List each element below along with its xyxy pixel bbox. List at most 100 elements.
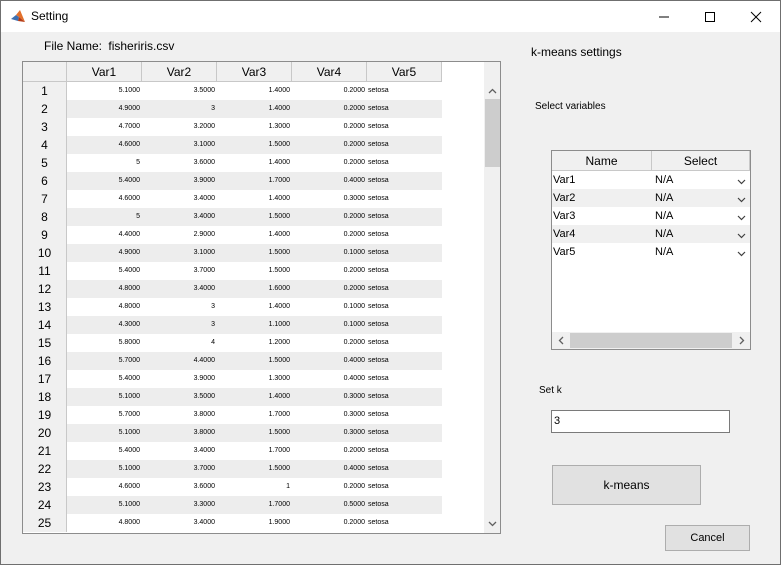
table-cell[interactable]: 3.4000 — [142, 208, 217, 226]
scroll-thumb[interactable] — [485, 99, 500, 167]
variable-row[interactable]: Var1 N/A — [552, 171, 750, 189]
variable-select-dropdown[interactable]: N/A — [652, 225, 750, 243]
table-cell[interactable]: 4.9000 — [67, 244, 142, 262]
table-cell[interactable]: 1.4000 — [217, 100, 292, 118]
table-cell[interactable]: 1.5000 — [217, 460, 292, 478]
table-cell[interactable]: 0.2000 — [292, 280, 367, 298]
table-cell[interactable]: 4.4000 — [67, 226, 142, 244]
table-cell[interactable]: 4.6000 — [67, 136, 142, 154]
table-row[interactable]: 19 5.7000 3.8000 1.7000 0.3000 setosa — [23, 406, 442, 424]
table-cell[interactable]: 4.3000 — [67, 316, 142, 334]
table-cell[interactable]: 1.4000 — [217, 190, 292, 208]
table-cell[interactable]: 1.5000 — [217, 208, 292, 226]
table-cell[interactable]: 0.2000 — [292, 262, 367, 280]
table-cell[interactable]: 3 — [142, 298, 217, 316]
row-number[interactable]: 11 — [23, 262, 67, 280]
row-number[interactable]: 10 — [23, 244, 67, 262]
table-cell[interactable]: 1.4000 — [217, 82, 292, 100]
maximize-button[interactable] — [687, 1, 733, 32]
row-number[interactable]: 19 — [23, 406, 67, 424]
variable-select-dropdown[interactable]: N/A — [652, 207, 750, 225]
table-cell[interactable]: 1 — [217, 478, 292, 496]
table-cell[interactable]: 4.6000 — [67, 190, 142, 208]
table-cell[interactable]: 4.8000 — [67, 514, 142, 532]
table-cell[interactable]: 0.4000 — [292, 460, 367, 478]
table-cell[interactable]: 3 — [142, 316, 217, 334]
table-cell[interactable]: 0.3000 — [292, 190, 367, 208]
table-cell[interactable]: setosa — [367, 352, 442, 370]
chevron-down-icon[interactable] — [737, 233, 746, 239]
table-cell[interactable]: setosa — [367, 190, 442, 208]
variable-row[interactable]: Var3 N/A — [552, 207, 750, 225]
table-cell[interactable]: 4.6000 — [67, 478, 142, 496]
table-row[interactable]: 17 5.4000 3.9000 1.3000 0.4000 setosa — [23, 370, 442, 388]
table-row[interactable]: 9 4.4000 2.9000 1.4000 0.2000 setosa — [23, 226, 442, 244]
table-cell[interactable]: setosa — [367, 82, 442, 100]
row-number[interactable]: 16 — [23, 352, 67, 370]
table-cell[interactable]: 1.3000 — [217, 118, 292, 136]
scroll-down-button[interactable] — [484, 515, 500, 532]
table-cell[interactable]: 3.3000 — [142, 496, 217, 514]
table-cell[interactable]: 0.3000 — [292, 406, 367, 424]
table-cell[interactable]: 0.3000 — [292, 388, 367, 406]
row-number[interactable]: 12 — [23, 280, 67, 298]
table-cell[interactable]: 5.7000 — [67, 352, 142, 370]
title-bar[interactable]: Setting — [1, 1, 780, 32]
row-number[interactable]: 23 — [23, 478, 67, 496]
column-header[interactable]: Var1 — [67, 62, 142, 82]
row-number[interactable]: 2 — [23, 100, 67, 118]
table-cell[interactable]: 1.4000 — [217, 298, 292, 316]
table-cell[interactable]: 3.5000 — [142, 82, 217, 100]
table-cell[interactable]: 5.1000 — [67, 496, 142, 514]
table-cell[interactable]: setosa — [367, 118, 442, 136]
table-cell[interactable]: setosa — [367, 334, 442, 352]
table-cell[interactable]: setosa — [367, 424, 442, 442]
table-cell[interactable]: 1.3000 — [217, 370, 292, 388]
table-row[interactable]: 4 4.6000 3.1000 1.5000 0.2000 setosa — [23, 136, 442, 154]
table-cell[interactable]: 0.2000 — [292, 514, 367, 532]
table-cell[interactable]: 5.4000 — [67, 172, 142, 190]
table-cell[interactable]: 0.2000 — [292, 334, 367, 352]
table-row[interactable]: 24 5.1000 3.3000 1.7000 0.5000 setosa — [23, 496, 442, 514]
table-row[interactable]: 14 4.3000 3 1.1000 0.1000 setosa — [23, 316, 442, 334]
table-cell[interactable]: 3.4000 — [142, 280, 217, 298]
table-cell[interactable]: 1.7000 — [217, 406, 292, 424]
table-cell[interactable]: setosa — [367, 442, 442, 460]
table-cell[interactable]: setosa — [367, 172, 442, 190]
table-cell[interactable]: 0.2000 — [292, 154, 367, 172]
row-number[interactable]: 9 — [23, 226, 67, 244]
table-cell[interactable]: 0.4000 — [292, 172, 367, 190]
table-row[interactable]: 1 5.1000 3.5000 1.4000 0.2000 setosa — [23, 82, 442, 100]
minimize-button[interactable] — [641, 1, 687, 32]
table-cell[interactable]: 3.1000 — [142, 136, 217, 154]
table-cell[interactable]: 1.7000 — [217, 172, 292, 190]
table-cell[interactable]: 1.1000 — [217, 316, 292, 334]
row-number[interactable]: 1 — [23, 82, 67, 100]
table-cell[interactable]: setosa — [367, 370, 442, 388]
table-cell[interactable]: 3.7000 — [142, 460, 217, 478]
table-cell[interactable]: 3.9000 — [142, 172, 217, 190]
table-cell[interactable]: 4.9000 — [67, 100, 142, 118]
table-row[interactable]: 10 4.9000 3.1000 1.5000 0.1000 setosa — [23, 244, 442, 262]
table-row[interactable]: 23 4.6000 3.6000 1 0.2000 setosa — [23, 478, 442, 496]
table-cell[interactable]: 5.1000 — [67, 424, 142, 442]
chevron-down-icon[interactable] — [737, 251, 746, 257]
row-number[interactable]: 25 — [23, 514, 67, 532]
table-cell[interactable]: setosa — [367, 388, 442, 406]
chevron-down-icon[interactable] — [737, 179, 746, 185]
table-cell[interactable]: 0.2000 — [292, 208, 367, 226]
row-number[interactable]: 4 — [23, 136, 67, 154]
table-row[interactable]: 3 4.7000 3.2000 1.3000 0.2000 setosa — [23, 118, 442, 136]
variable-table-horizontal-scrollbar[interactable] — [552, 332, 750, 349]
table-cell[interactable]: 5 — [67, 154, 142, 172]
table-cell[interactable]: setosa — [367, 136, 442, 154]
table-cell[interactable]: 1.5000 — [217, 352, 292, 370]
table-cell[interactable]: 1.5000 — [217, 262, 292, 280]
table-cell[interactable]: setosa — [367, 316, 442, 334]
table-cell[interactable]: 3.7000 — [142, 262, 217, 280]
column-header[interactable]: Var5 — [367, 62, 442, 82]
table-cell[interactable]: 3.2000 — [142, 118, 217, 136]
table-cell[interactable]: 0.2000 — [292, 442, 367, 460]
table-cell[interactable]: 1.5000 — [217, 424, 292, 442]
table-cell[interactable]: 4.7000 — [67, 118, 142, 136]
